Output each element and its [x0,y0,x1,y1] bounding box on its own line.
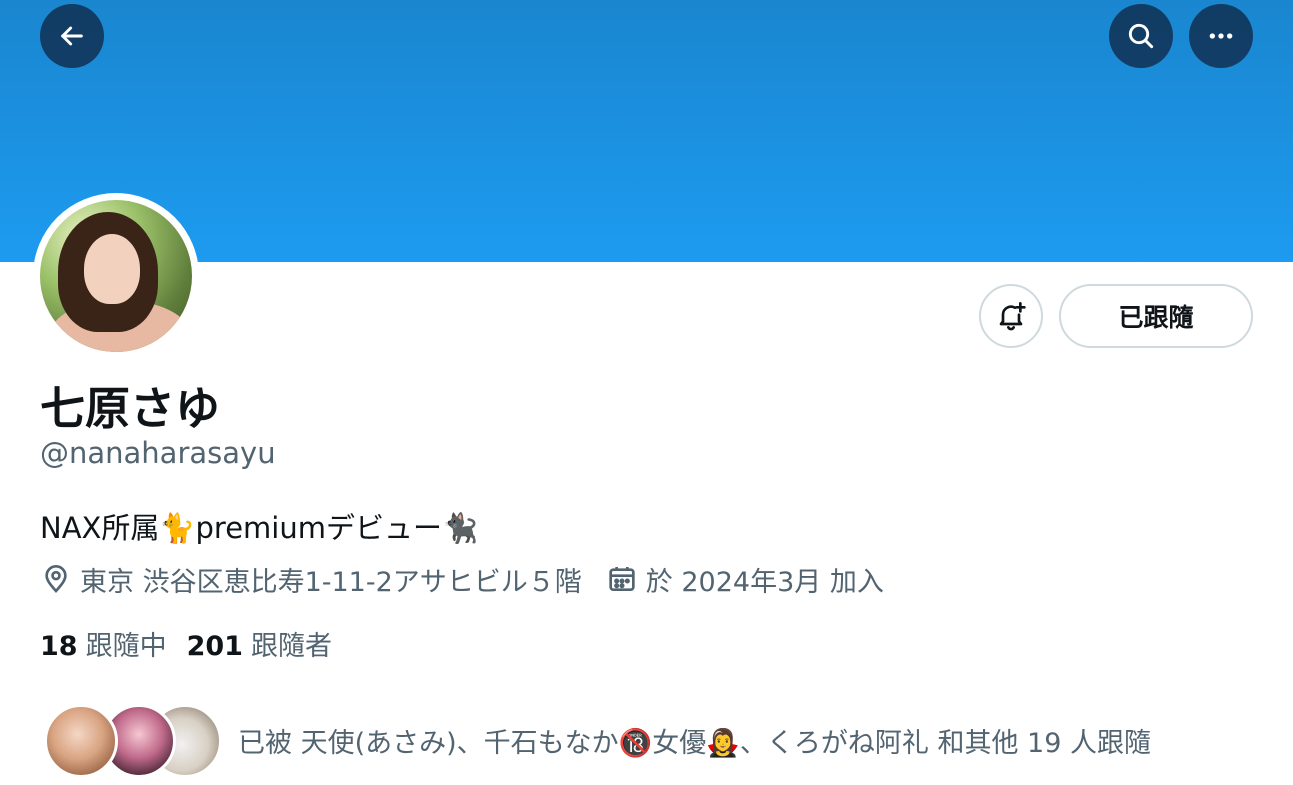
user-handle: @nanaharasayu [40,436,276,470]
followers-count: 201 [186,630,243,662]
followers-label: 跟隨者 [250,630,332,662]
location-text: 東京 渋谷区恵比寿1-11-2アサヒビル５階 [80,566,582,598]
calendar-icon [609,567,635,591]
followed-by-text: 已被 天使(あさみ)、千石もなか🔞女優🧛‍♀️、くろがね阿礼 和其他 19 人跟… [238,727,1151,759]
following-button[interactable]: 已跟隨 [1059,284,1253,348]
joined-item: 於 2024年3月 加入 [606,560,884,599]
location-item: 東京 渋谷区恵比寿1-11-2アサヒビル５階 [40,560,582,599]
profile-banner [0,0,1293,262]
followers-link[interactable]: 201 跟隨者 [187,624,332,663]
avatar-image [40,200,192,352]
search-icon [1128,23,1154,49]
following-label: 跟隨中 [85,630,167,662]
location-pin-icon [45,565,67,593]
joined-text: 於 2024年3月 加入 [645,566,884,598]
mutual-avatars [40,702,222,778]
profile-page: 已跟隨 七原さゆ @nanaharasayu NAX所属🐈premiumデビュー… [0,0,1293,785]
followers-you-know[interactable]: 已被 天使(あさみ)、千石もなか🔞女優🧛‍♀️、くろがね阿礼 和其他 19 人跟… [40,700,1151,780]
arrow-left-icon [61,26,83,46]
profile-stats: 18 跟隨中 201 跟隨者 [40,624,332,662]
profile-avatar[interactable] [33,193,199,359]
search-button[interactable] [1109,4,1173,68]
more-options-button[interactable] [1189,4,1253,68]
profile-bio: NAX所属🐈premiumデビュー🐈‍⬛ [40,511,479,545]
more-horizontal-icon [1209,33,1233,39]
following-link[interactable]: 18 跟隨中 [40,624,167,663]
bell-plus-icon [999,302,1026,331]
display-name: 七原さゆ [40,382,221,435]
notifications-button[interactable] [979,284,1043,348]
profile-meta: 東京 渋谷区恵比寿1-11-2アサヒビル５階 於 2024年3月 加入 [40,560,884,599]
back-button[interactable] [40,4,104,68]
mutual-avatar [44,704,118,778]
following-count: 18 [40,630,78,662]
